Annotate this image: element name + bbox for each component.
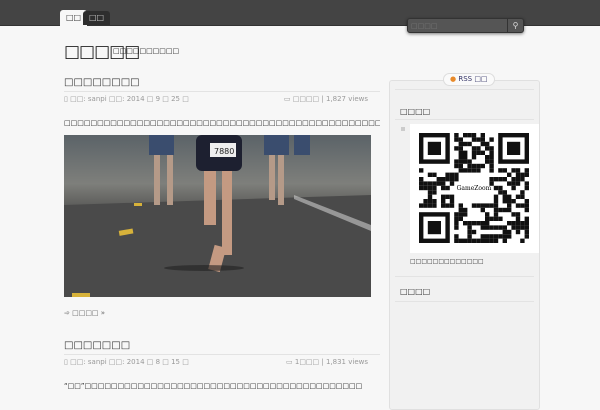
read-more-link[interactable]: ➾ □□□□ »: [64, 309, 380, 317]
post-meta: ▯ □□: sanpi □□: 2014 □ 9 □ 25 □ ▭ □□□□ |…: [64, 95, 380, 105]
post-excerpt: □□□□□□□□□□□□□□□□□□□□□□□□□□□□□□□□□□□□□□□□…: [64, 119, 380, 127]
post: □□□□□□□ ▯ □□: sanpi □□: 2014 □ 8 □ 15 □ …: [64, 340, 380, 390]
comment-icon: ▭: [283, 95, 293, 103]
post-meta-right[interactable]: 1□□□ | 1,831 views: [295, 358, 368, 366]
site-tagline: □□□□□□□□□□: [113, 47, 180, 55]
document-icon: ▯: [64, 95, 68, 103]
sidebar: □□□□ GameZoom □□□□□□□□□□□□□ □□□□: [389, 80, 540, 410]
widget-title: □□□□: [400, 287, 431, 296]
post-excerpt: “□□”□□□□□□□□□□□□□□□□□□□□□□□□□□□□□□□□□□□□…: [64, 382, 363, 390]
post-meta-right[interactable]: □□□□ | 1,827 views: [293, 95, 368, 103]
post-image-runners[interactable]: 7880: [64, 135, 371, 297]
search-icon: ⚲: [512, 21, 519, 30]
arrow-icon: ➾: [64, 309, 73, 317]
post-title[interactable]: □□□□□□□: [64, 340, 380, 355]
rss-subscribe-button[interactable]: ● RSS □□: [443, 73, 495, 86]
search-box: ⚲: [407, 18, 524, 33]
bullet-icon: [401, 127, 405, 131]
post-meta-left: □□: sanpi □□: 2014 □ 9 □ 25 □: [70, 95, 189, 103]
qr-code-image: GameZoom: [410, 124, 539, 253]
comment-icon: ▭: [286, 358, 295, 366]
divider: [395, 89, 534, 90]
rss-label: RSS □□: [458, 75, 488, 83]
divider: [395, 301, 534, 302]
read-more-label: □□□□ »: [72, 309, 106, 317]
qr-caption: □□□□□□□□□□□□□: [410, 258, 484, 265]
divider: [395, 119, 534, 120]
widget-title: □□□□: [400, 107, 431, 116]
bib-number: 7880: [214, 147, 234, 156]
post: □□□□□□□□ ▯ □□: sanpi □□: 2014 □ 9 □ 25 □…: [64, 77, 380, 317]
divider: [395, 276, 534, 277]
search-button[interactable]: ⚲: [507, 19, 523, 32]
tab-2[interactable]: □□: [83, 11, 111, 25]
post-title[interactable]: □□□□□□□□: [64, 77, 380, 92]
search-input[interactable]: [411, 20, 506, 32]
post-meta-left: □□: sanpi □□: 2014 □ 8 □ 15 □: [70, 358, 189, 366]
document-icon: ▯: [64, 358, 68, 366]
post-meta: ▯ □□: sanpi □□: 2014 □ 8 □ 15 □ ▭ 1□□□ |…: [64, 358, 380, 368]
qr-center-logo: GameZoom: [457, 185, 492, 192]
